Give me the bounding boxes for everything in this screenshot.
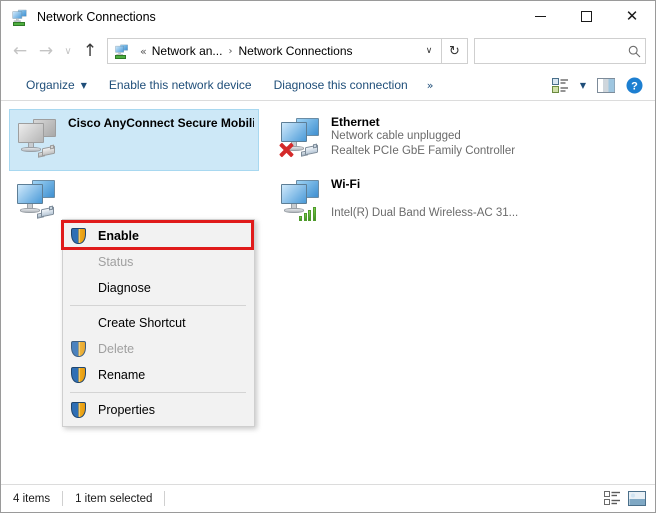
menu-separator xyxy=(70,392,246,393)
blank-icon xyxy=(70,279,88,297)
address-bar[interactable]: « Network an... › Network Connections ∨ xyxy=(107,38,442,64)
tiles-view-icon[interactable] xyxy=(628,490,646,507)
context-menu: Enable Status Diagnose Create Shortcut D… xyxy=(62,219,255,427)
breadcrumb-separator: › xyxy=(228,45,233,57)
address-dropdown-icon[interactable]: ∨ xyxy=(417,39,441,63)
connection-name: Wi-Fi xyxy=(331,177,361,191)
menu-item-diagnose[interactable]: Diagnose xyxy=(63,275,254,301)
organize-button[interactable]: Organize ▼ xyxy=(15,73,98,98)
details-view-icon[interactable] xyxy=(604,490,621,507)
connection-status xyxy=(68,130,254,145)
status-divider xyxy=(164,491,166,506)
enable-network-device-button[interactable]: Enable this network device xyxy=(98,73,263,98)
shield-icon xyxy=(70,227,88,245)
view-toggles xyxy=(604,490,646,507)
title-bar: Network Connections ✕ xyxy=(1,1,655,32)
command-bar: Organize ▼ Enable this network device Di… xyxy=(1,70,655,101)
help-icon[interactable]: ? xyxy=(621,73,647,98)
shield-icon xyxy=(70,366,88,384)
adapter-icon-disabled xyxy=(14,114,62,162)
list-item[interactable]: Ethernet Network cable unplugged Realtek… xyxy=(273,109,603,171)
menu-item-properties[interactable]: Properties xyxy=(63,397,254,423)
adapter-icon xyxy=(13,175,61,223)
view-dropdown-icon[interactable]: ▼ xyxy=(575,73,591,98)
blank-icon xyxy=(70,314,88,332)
organize-label: Organize xyxy=(26,78,75,92)
menu-item-enable[interactable]: Enable xyxy=(63,223,254,249)
connection-adapter xyxy=(68,145,254,160)
preview-pane-icon[interactable] xyxy=(593,73,619,98)
recent-locations-button[interactable]: ∨ xyxy=(59,38,77,64)
search-box[interactable] xyxy=(474,38,646,64)
up-button[interactable]: ↑ xyxy=(77,38,103,64)
breadcrumb-item-network-and[interactable]: Network an... xyxy=(152,44,223,58)
connections-list: Cisco AnyConnect Secure Mobility Etherne… xyxy=(1,101,655,484)
connection-name: Cisco AnyConnect Secure Mobility xyxy=(68,116,254,130)
item-count: 4 items xyxy=(13,492,51,505)
breadcrumb-item-network-connections[interactable]: Network Connections xyxy=(238,44,352,58)
breadcrumb: « Network an... › Network Connections xyxy=(135,44,417,58)
forward-button[interactable]: → xyxy=(33,38,59,64)
more-commands-button[interactable]: » xyxy=(419,79,442,92)
menu-item-delete: Delete xyxy=(63,336,254,362)
menu-separator xyxy=(70,305,246,306)
list-item[interactable]: Cisco AnyConnect Secure Mobility xyxy=(9,109,259,171)
shield-icon xyxy=(70,340,88,358)
menu-item-rename[interactable]: Rename xyxy=(63,362,254,388)
connection-name: Ethernet xyxy=(331,115,380,129)
command-bar-right: ▼ ? xyxy=(547,70,647,101)
network-connections-window: Network Connections ✕ ← → ∨ ↑ « Network … xyxy=(0,0,656,513)
connection-status xyxy=(331,191,518,206)
close-button[interactable]: ✕ xyxy=(609,1,655,32)
refresh-button[interactable]: ↻ xyxy=(442,38,468,64)
status-divider xyxy=(62,491,64,506)
back-button[interactable]: ← xyxy=(7,38,33,64)
adapter-icon-wireless xyxy=(277,175,325,223)
window-title: Network Connections xyxy=(37,9,156,24)
adapter-icon-unplugged xyxy=(277,113,325,161)
rj45-icon xyxy=(38,144,58,159)
change-view-icon[interactable] xyxy=(547,73,573,98)
menu-item-create-shortcut[interactable]: Create Shortcut xyxy=(63,310,254,336)
shield-icon xyxy=(70,401,88,419)
chevron-down-icon: ▼ xyxy=(80,80,87,90)
search-icon xyxy=(623,45,645,58)
network-connections-icon xyxy=(11,8,29,26)
menu-item-status: Status xyxy=(63,249,254,275)
list-item[interactable]: Wi-Fi Intel(R) Dual Band Wireless-AC 31.… xyxy=(273,171,603,233)
address-row: ← → ∨ ↑ « Network an... › Network Connec… xyxy=(1,32,655,70)
rj45-icon xyxy=(301,143,321,158)
diagnose-connection-button[interactable]: Diagnose this connection xyxy=(263,73,419,98)
status-bar: 4 items 1 item selected xyxy=(1,484,655,512)
error-x-icon xyxy=(277,141,295,159)
connection-adapter: Intel(R) Dual Band Wireless-AC 31... xyxy=(331,207,519,219)
search-input[interactable] xyxy=(475,44,623,58)
signal-bars-icon xyxy=(299,205,319,221)
selection-count: 1 item selected xyxy=(75,492,153,505)
minimize-button[interactable] xyxy=(517,1,563,32)
network-icon xyxy=(114,43,130,59)
connection-adapter: Realtek PCIe GbE Family Controller xyxy=(331,145,516,157)
connection-status: Network cable unplugged xyxy=(331,130,461,142)
window-controls: ✕ xyxy=(517,1,655,32)
blank-icon xyxy=(70,253,88,271)
breadcrumb-overflow[interactable]: « xyxy=(135,45,152,58)
svg-text:?: ? xyxy=(631,81,638,93)
rj45-icon xyxy=(37,205,57,220)
maximize-button[interactable] xyxy=(563,1,609,32)
